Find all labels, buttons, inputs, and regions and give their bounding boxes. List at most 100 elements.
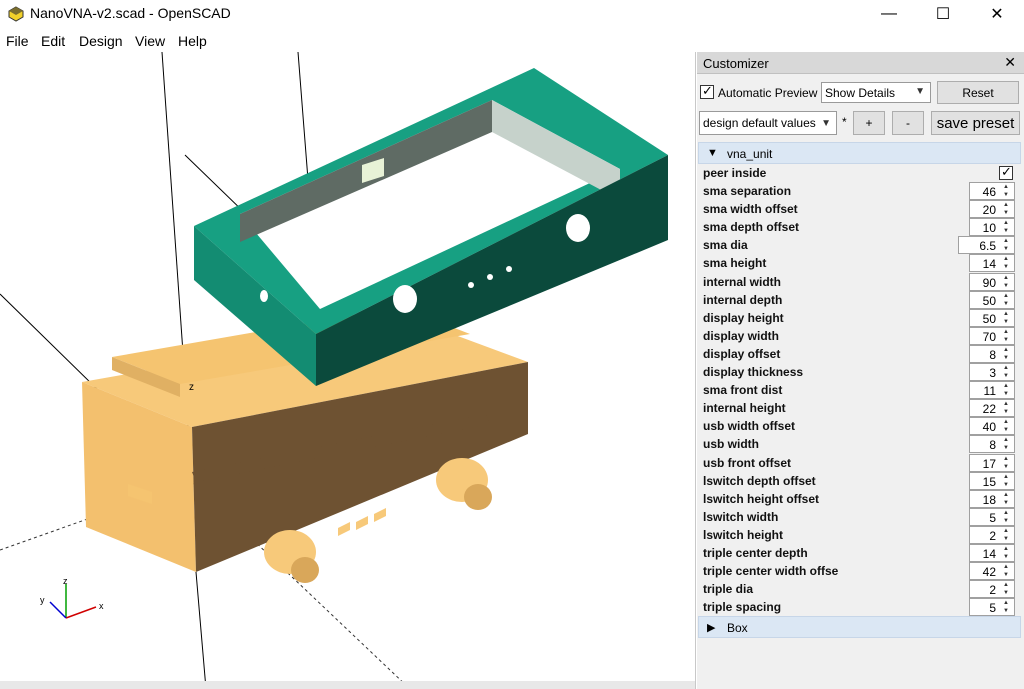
param-spinbox[interactable]: 42 ▲ ▼ bbox=[969, 562, 1015, 581]
peer-inside-checkbox[interactable]: ✓ bbox=[999, 164, 1013, 180]
param-spinbox[interactable]: 8 ▲ ▼ bbox=[969, 435, 1015, 454]
param-value: 20 bbox=[982, 203, 996, 218]
param-spinbox[interactable]: 5 ▲ ▼ bbox=[969, 507, 1015, 526]
spin-arrows-icon[interactable]: ▲ ▼ bbox=[1000, 237, 1012, 253]
param-spinbox[interactable]: 10 ▲ ▼ bbox=[969, 218, 1015, 237]
menu-file[interactable]: File bbox=[6, 33, 29, 49]
param-spinbox[interactable]: 11 ▲ ▼ bbox=[969, 381, 1015, 400]
group-vna-unit[interactable]: ▼ vna_unit bbox=[698, 142, 1021, 164]
param-value: 8 bbox=[989, 438, 996, 453]
param-spinbox[interactable]: 70 ▲ ▼ bbox=[969, 326, 1015, 345]
spin-arrows-icon[interactable]: ▲ ▼ bbox=[1000, 292, 1012, 308]
param-label: sma front dist bbox=[703, 383, 783, 398]
param-row: internal height 22 ▲ ▼ bbox=[698, 399, 1021, 418]
spin-arrows-icon[interactable]: ▲ ▼ bbox=[1000, 183, 1012, 199]
spin-arrows-icon[interactable]: ▲ ▼ bbox=[1000, 382, 1012, 398]
save-preset-button[interactable]: save preset bbox=[931, 111, 1020, 135]
param-spinbox[interactable]: 22 ▲ ▼ bbox=[969, 399, 1015, 418]
triangle-right-icon: ▶ bbox=[707, 622, 716, 634]
reset-button[interactable]: Reset bbox=[937, 81, 1019, 104]
preset-select[interactable]: design default values ▼ bbox=[699, 111, 837, 135]
spin-arrows-icon[interactable]: ▲ ▼ bbox=[1000, 436, 1012, 452]
param-row-peer-inside: peer inside ✓ bbox=[698, 164, 1021, 182]
minimize-icon: — bbox=[881, 5, 897, 22]
param-spinbox[interactable]: 15 ▲ ▼ bbox=[969, 471, 1015, 490]
spin-arrows-icon[interactable]: ▲ ▼ bbox=[1000, 563, 1012, 579]
spin-arrows-icon[interactable]: ▲ ▼ bbox=[1000, 473, 1012, 489]
param-row: display height 50 ▲ ▼ bbox=[698, 308, 1021, 327]
gizmo-z-label: z bbox=[63, 576, 68, 586]
spin-arrows-icon[interactable]: ▲ ▼ bbox=[1000, 219, 1012, 235]
param-spinbox[interactable]: 14 ▲ ▼ bbox=[969, 544, 1015, 562]
spin-arrows-icon[interactable]: ▲ ▼ bbox=[1000, 509, 1012, 525]
add-preset-button[interactable]: + bbox=[853, 111, 885, 135]
customizer-panel: Customizer ✕ ✓ Automatic Preview Show De… bbox=[697, 52, 1024, 689]
menu-help[interactable]: Help bbox=[178, 33, 207, 49]
checkmark-icon: ✓ bbox=[1001, 164, 1012, 179]
maximize-button[interactable]: ☐ bbox=[920, 0, 966, 28]
spin-arrows-icon[interactable]: ▲ ▼ bbox=[1000, 274, 1012, 290]
param-spinbox[interactable]: 6.5 ▲ ▼ bbox=[958, 236, 1015, 255]
param-spinbox[interactable]: 8 ▲ ▼ bbox=[969, 344, 1015, 363]
param-spinbox[interactable]: 46 ▲ ▼ bbox=[969, 182, 1015, 200]
param-row: triple spacing 5 ▲ ▼ bbox=[698, 598, 1021, 617]
customizer-title: Customizer bbox=[703, 56, 769, 71]
close-icon: ✕ bbox=[990, 6, 1004, 23]
spin-arrows-icon[interactable]: ▲ ▼ bbox=[1000, 346, 1012, 362]
close-window-button[interactable]: ✕ bbox=[974, 0, 1020, 28]
z-axis-label: z bbox=[189, 382, 194, 393]
spin-arrows-icon[interactable]: ▲ ▼ bbox=[1000, 310, 1012, 326]
param-label: display offset bbox=[703, 346, 781, 361]
remove-preset-button[interactable]: - bbox=[892, 111, 924, 135]
details-select[interactable]: Show Details ▼ bbox=[821, 82, 931, 103]
viewport-toolbar[interactable] bbox=[0, 681, 695, 689]
spin-arrows-icon[interactable]: ▲ ▼ bbox=[1000, 400, 1012, 416]
minimize-button[interactable]: — bbox=[866, 0, 912, 28]
param-spinbox[interactable]: 20 ▲ ▼ bbox=[969, 200, 1015, 219]
spin-arrows-icon[interactable]: ▲ ▼ bbox=[1000, 455, 1012, 471]
model-render: z z x y bbox=[0, 52, 668, 689]
param-spinbox[interactable]: 18 ▲ ▼ bbox=[969, 489, 1015, 508]
param-spinbox[interactable]: 17 ▲ ▼ bbox=[969, 453, 1015, 472]
spin-arrows-icon[interactable]: ▲ ▼ bbox=[1000, 328, 1012, 344]
param-spinbox[interactable]: 50 ▲ ▼ bbox=[969, 308, 1015, 327]
param-spinbox[interactable]: 2 ▲ ▼ bbox=[969, 580, 1015, 599]
preset-select-value: design default values bbox=[703, 116, 816, 130]
maximize-icon: ☐ bbox=[935, 6, 951, 23]
menu-view[interactable]: View bbox=[135, 33, 165, 49]
param-row: sma depth offset 10 ▲ ▼ bbox=[698, 218, 1021, 237]
3d-viewport[interactable]: z z x y bbox=[0, 52, 696, 689]
param-spinbox[interactable]: 50 ▲ ▼ bbox=[969, 290, 1015, 309]
param-value: 5 bbox=[989, 510, 996, 525]
minus-icon: - bbox=[906, 116, 910, 130]
spin-arrows-icon[interactable]: ▲ ▼ bbox=[1000, 201, 1012, 217]
automatic-preview-label: Automatic Preview bbox=[718, 86, 818, 100]
spin-arrows-icon[interactable]: ▲ ▼ bbox=[1000, 364, 1012, 380]
customizer-close-icon[interactable]: ✕ bbox=[1004, 54, 1016, 71]
param-label: usb front offset bbox=[703, 455, 791, 470]
reset-button-label: Reset bbox=[962, 85, 994, 100]
spin-arrows-icon[interactable]: ▲ ▼ bbox=[1000, 418, 1012, 434]
param-spinbox[interactable]: 2 ▲ ▼ bbox=[969, 525, 1015, 544]
group-box[interactable]: ▶ Box bbox=[698, 616, 1021, 638]
menu-design[interactable]: Design bbox=[79, 33, 123, 49]
spin-arrows-icon[interactable]: ▲ ▼ bbox=[1000, 581, 1012, 597]
menu-edit[interactable]: Edit bbox=[41, 33, 65, 49]
spin-arrows-icon[interactable]: ▲ ▼ bbox=[1000, 491, 1012, 507]
automatic-preview-checkbox[interactable]: ✓ bbox=[700, 83, 714, 99]
spin-arrows-icon[interactable]: ▲ ▼ bbox=[1000, 527, 1012, 543]
param-label: peer inside bbox=[703, 166, 767, 180]
param-label: lswitch height offset bbox=[703, 491, 820, 506]
spin-arrows-icon[interactable]: ▲ ▼ bbox=[1000, 545, 1012, 561]
param-spinbox[interactable]: 90 ▲ ▼ bbox=[969, 272, 1015, 291]
param-spinbox[interactable]: 40 ▲ ▼ bbox=[969, 417, 1015, 436]
spin-arrows-icon[interactable]: ▲ ▼ bbox=[1000, 599, 1012, 615]
param-label: lswitch depth offset bbox=[703, 473, 816, 488]
spin-arrows-icon[interactable]: ▲ ▼ bbox=[1000, 255, 1012, 271]
param-spinbox[interactable]: 5 ▲ ▼ bbox=[969, 598, 1015, 617]
param-value: 15 bbox=[982, 474, 996, 489]
param-label: internal height bbox=[703, 401, 786, 416]
param-spinbox[interactable]: 14 ▲ ▼ bbox=[969, 254, 1015, 273]
param-spinbox[interactable]: 3 ▲ ▼ bbox=[969, 363, 1015, 381]
param-row: display thickness 3 ▲ ▼ bbox=[698, 363, 1021, 381]
